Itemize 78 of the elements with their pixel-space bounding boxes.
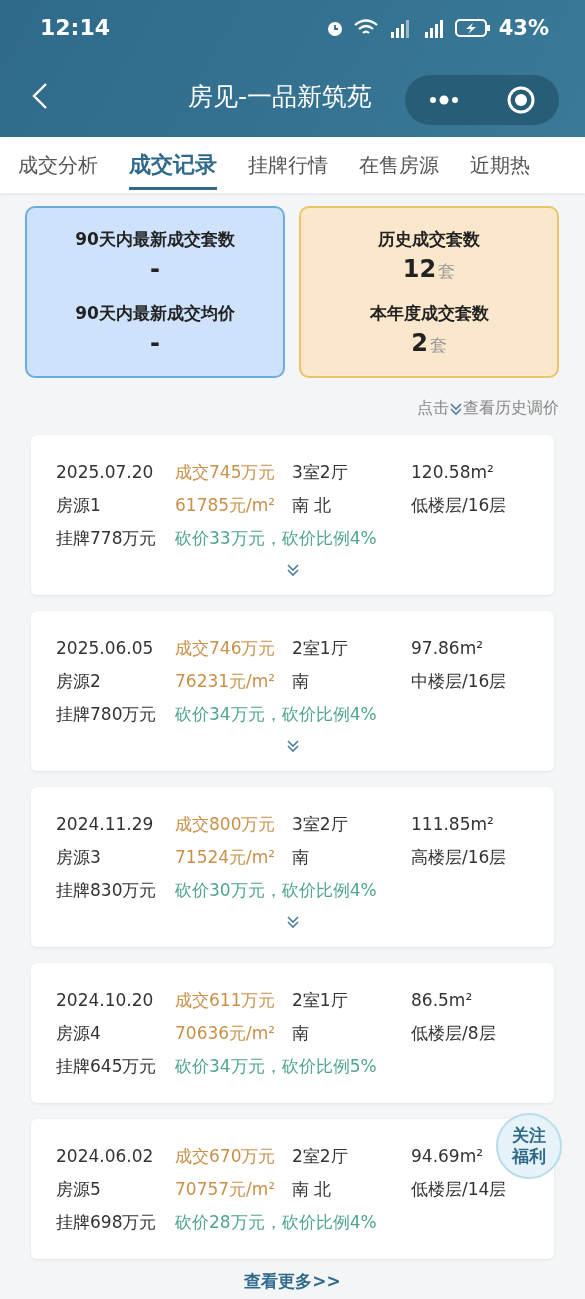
floor-area: 111.85m² [411, 811, 494, 837]
discount-text: 砍价34万元，砍价比例5% [175, 1055, 377, 1078]
deal-date: 2025.06.05 [56, 637, 154, 660]
stat-unit: 套 [429, 333, 447, 357]
stat-value: 2 [411, 328, 428, 357]
deal-date: 2025.07.20 [56, 461, 154, 484]
orientation: 南 北 [292, 494, 332, 517]
tab[interactable]: 近期热 [470, 141, 530, 189]
floor-area: 97.86m² [411, 635, 484, 661]
listing-source: 房源1 [56, 494, 101, 517]
room-layout: 3室2厅 [292, 461, 348, 484]
floor-level: 低楼层/16层 [411, 494, 507, 517]
listing-price: 挂牌645万元 [56, 1055, 157, 1078]
stat-value: - [150, 254, 160, 283]
follow-badge[interactable]: 关注 福利 [496, 1113, 562, 1179]
stat-label: 历史成交套数 [378, 227, 480, 251]
discount-text: 砍价30万元，砍价比例4% [175, 879, 377, 902]
listing-source: 房源4 [56, 1022, 101, 1045]
listing-price: 挂牌780万元 [56, 703, 157, 726]
expand-icon [285, 739, 300, 753]
status-time: 12:14 [40, 15, 111, 40]
room-layout: 2室1厅 [292, 637, 348, 660]
stat-value: - [150, 328, 160, 357]
listing-source: 房源3 [56, 846, 101, 869]
floor-area: 94.69m² [411, 1143, 484, 1169]
room-layout: 2室1厅 [292, 989, 348, 1012]
unit-price: 61785元/m² [175, 494, 276, 517]
tab[interactable]: 成交记录 [129, 140, 217, 190]
page-title: 房见-一品新筑苑 [188, 82, 372, 111]
deal-price: 成交670万元 [175, 1145, 276, 1168]
deal-price: 成交746万元 [175, 637, 276, 660]
listing-source: 房源5 [56, 1178, 101, 1201]
orientation: 南 [292, 846, 309, 869]
expand-icon [285, 915, 300, 929]
more-link[interactable]: 查看更多>> [238, 1269, 347, 1294]
more-icon[interactable] [427, 95, 460, 105]
unit-price: 71524元/m² [175, 846, 276, 869]
deal-price: 成交745万元 [175, 461, 276, 484]
stat-label: 90天内最新成交套数 [75, 227, 235, 251]
floor-level: 低楼层/14层 [411, 1178, 507, 1201]
listing-price: 挂牌830万元 [56, 879, 157, 902]
tab[interactable]: 挂牌行情 [248, 141, 328, 189]
listing-source: 房源2 [56, 670, 101, 693]
listing-price: 挂牌698万元 [56, 1211, 157, 1234]
unit-price: 76231元/m² [175, 670, 276, 693]
hint-text: 点击 [417, 398, 449, 419]
floor-area: 86.5m² [411, 987, 473, 1013]
orientation: 南 [292, 1022, 309, 1045]
tab[interactable]: 成交分析 [18, 141, 98, 189]
battery-icon [454, 17, 491, 38]
deal-date: 2024.06.02 [56, 1145, 154, 1168]
battery-percent: 43% [498, 15, 549, 40]
expand-icon [449, 401, 463, 416]
back-icon[interactable] [32, 82, 48, 110]
floor-area: 120.58m² [411, 459, 494, 485]
floor-level: 高楼层/16层 [411, 846, 507, 869]
stat-unit: 套 [438, 259, 456, 283]
deal-date: 2024.10.20 [56, 989, 154, 1012]
discount-text: 砍价34万元，砍价比例4% [175, 703, 377, 726]
tab[interactable]: 在售房源 [359, 141, 439, 189]
discount-text: 砍价28万元，砍价比例4% [175, 1211, 377, 1234]
room-layout: 3室2厅 [292, 813, 348, 836]
room-layout: 2室2厅 [292, 1145, 348, 1168]
deal-date: 2024.11.29 [56, 813, 154, 836]
listing-price: 挂牌778万元 [56, 527, 157, 550]
deal-price: 成交800万元 [175, 813, 276, 836]
deal-price: 成交611万元 [175, 989, 276, 1012]
unit-price: 70757元/m² [175, 1178, 276, 1201]
floor-level: 低楼层/8层 [411, 1022, 496, 1045]
orientation: 南 北 [292, 1178, 332, 1201]
expand-icon [285, 563, 300, 577]
discount-text: 砍价33万元，砍价比例4% [175, 527, 377, 550]
stat-label: 本年度成交套数 [369, 301, 489, 325]
floor-level: 中楼层/16层 [411, 670, 507, 693]
stat-label: 90天内最新成交均价 [75, 301, 235, 325]
stat-value: 12 [402, 254, 437, 283]
unit-price: 70636元/m² [175, 1022, 276, 1045]
orientation: 南 [292, 670, 309, 693]
